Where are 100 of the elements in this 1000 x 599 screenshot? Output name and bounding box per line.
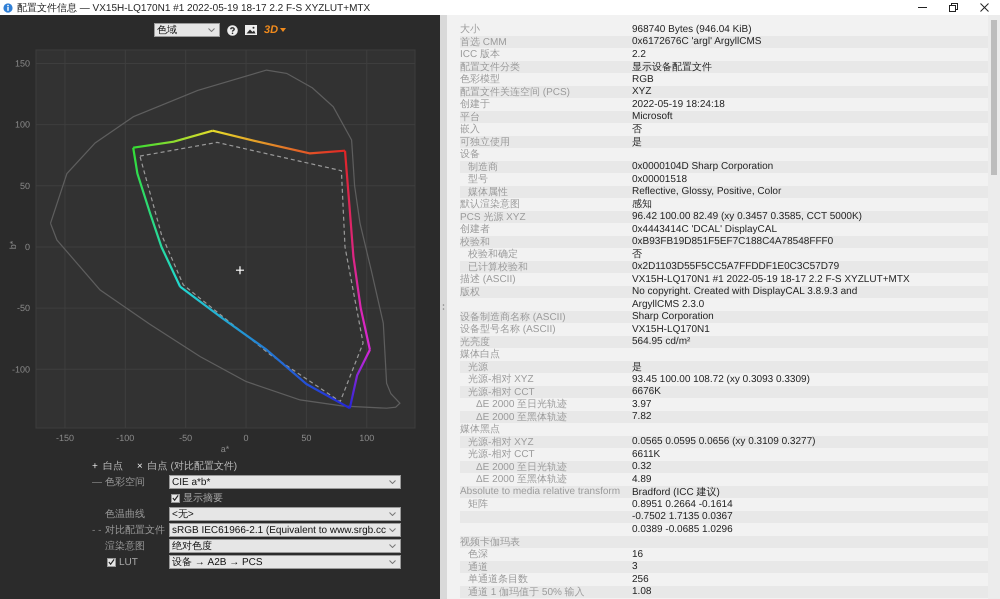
3d-view-button[interactable]: 3D (264, 24, 286, 36)
property-value: 93.45 100.00 108.72 (xy 0.3093 0.3309) (632, 374, 810, 385)
dropdown[interactable]: CIE a*b* (169, 475, 401, 489)
property-label: 配置文件关连空间 (PCS) (460, 86, 570, 98)
property-label: 可独立使用 (460, 136, 510, 148)
window-title: 配置文件信息 — VX15H-LQ170N1 #1 2022-05-19 18-17 2.2 F-S XYZLUT+MTX (17, 2, 370, 14)
caret-icon (388, 544, 396, 548)
property-value: 0x2D1103D55F5CC5A7FFDDF1E0C3C57D79 (632, 261, 840, 272)
axis-tick-label: 0 (244, 433, 249, 443)
property-value: 0.0565 0.0595 0.0656 (xy 0.3109 0.3277) (632, 436, 816, 448)
field-label: 色彩空间 (105, 476, 146, 489)
dropdown[interactable]: sRGB IEC61966-2.1 (Equivalent to www.srgb.cc (169, 523, 401, 537)
property-value: VX15H-LQ170N1 #1 2022-05-19 18-17 2.2 F-S XYZLUT+MTX (632, 274, 910, 285)
view-dropdown[interactable]: 色域 (154, 23, 220, 37)
axis-tick-label: -50 (16, 303, 30, 314)
property-value: 7.82 (632, 411, 652, 422)
legend-label: 白点 (102, 460, 123, 473)
property-value: ArgyllCMS 2.3.0 (632, 298, 704, 310)
dropdown[interactable]: <无> (169, 507, 401, 521)
property-label: 大小 (460, 24, 480, 36)
property-value: 16 (632, 548, 644, 560)
scrollbar-thumb[interactable] (991, 20, 997, 175)
property-label: 默认渲染意图 (460, 199, 520, 210)
property-label: 视频卡伽玛表 (460, 536, 520, 548)
scrollbar[interactable] (988, 15, 1000, 599)
property-label: ICC 版本 (460, 49, 500, 60)
property-label: 制造商 (468, 162, 498, 173)
caret-icon (388, 480, 396, 484)
property-label: 版权 (460, 286, 480, 298)
splitter-handle[interactable] (440, 15, 447, 599)
property-label: ΔE 2000 至日光轨迹 (476, 462, 568, 473)
property-label: 平台 (460, 112, 480, 123)
property-value: 6611K (632, 448, 660, 460)
property-value: 0x6172676C 'argl' ArgyllCMS (632, 36, 762, 48)
property-label: 媒体黑点 (460, 424, 500, 436)
property-label: 单通道条目数 (468, 574, 528, 586)
property-value: 2.2 (632, 48, 646, 60)
property-value: 感知 (632, 198, 652, 212)
property-value: 是 (632, 360, 642, 374)
property-value: 是 (632, 136, 642, 149)
dropdown[interactable]: 绝对色度 (169, 539, 401, 553)
image-icon[interactable] (244, 25, 257, 35)
field-label: 色温曲线 (105, 508, 146, 521)
property-value: 6676K (632, 386, 661, 398)
property-label: 光源 (468, 362, 488, 373)
field-label: 对比配置文件 (105, 524, 166, 537)
property-value: 2022-05-19 18:24:18 (632, 98, 725, 110)
property-label: 色彩模型 (460, 74, 500, 86)
property-value: 256 (632, 574, 649, 585)
property-label: 光源-相对 CCT (468, 386, 535, 398)
close-icon[interactable] (980, 3, 989, 12)
property-value: 0.0389 -0.0685 1.0296 (632, 524, 733, 535)
axis-tick-label: -150 (56, 433, 74, 443)
property-value: 显示设备配置文件 (632, 60, 712, 74)
axis-tick-label: 150 (14, 58, 30, 68)
checkbox[interactable] (107, 558, 116, 566)
axis-tick-label: -100 (12, 364, 30, 374)
dropdown[interactable]: 设备 → A2B → PCS (169, 555, 401, 569)
property-label: 光亮度 (460, 336, 490, 348)
property-label: 设备 (460, 149, 480, 160)
property-value: Bradford (ICC 建议) (632, 486, 720, 499)
property-label: ΔE 2000 至日光轨迹 (476, 399, 568, 410)
property-value: 3.97 (632, 398, 652, 410)
property-value: No copyright. Created with DisplayCAL 3.8.9.3 and (632, 286, 858, 298)
caret-icon (208, 28, 215, 32)
property-label: 创建于 (460, 99, 490, 110)
property-value: 否 (632, 248, 642, 262)
property-label: 光源-相对 XYZ (468, 374, 534, 386)
checkbox-label: 显示摘要 (183, 492, 223, 505)
property-label: 媒体属性 (468, 186, 508, 198)
property-label: 创建者 (460, 224, 490, 236)
property-value: 0xB93FB19D851F5EF7C188C4A78548FFF0 (632, 236, 834, 248)
property-value: 1.08 (632, 586, 652, 598)
legend-marker: - - (92, 524, 102, 536)
property-label: 校验和 (460, 236, 490, 248)
maximize-icon[interactable] (949, 3, 958, 12)
property-label: ΔE 2000 至黑体轨迹 (476, 474, 568, 486)
property-value: -0.7502 1.7135 0.0367 (632, 511, 733, 522)
caret-icon (388, 560, 396, 564)
legend-marker: + (92, 460, 98, 472)
property-label: 描述 (ASCII) (460, 274, 516, 286)
property-label: 色深 (468, 549, 488, 560)
property-label: 通道 (468, 562, 488, 573)
property-value: Sharp Corporation (632, 311, 714, 322)
property-value: 0.32 (632, 461, 652, 472)
field-label: 渲染意图 (105, 540, 146, 553)
property-label: 配置文件分类 (460, 62, 520, 73)
axis-tick-label: -50 (179, 433, 192, 443)
axis-tick-label: -100 (116, 433, 134, 443)
property-value: 4.89 (632, 474, 652, 485)
property-label: 矩阵 (468, 499, 488, 510)
property-label: 型号 (468, 174, 488, 186)
help-icon[interactable] (226, 24, 238, 36)
property-label: 已计算校验和 (468, 262, 528, 273)
property-value: 3 (632, 561, 638, 572)
property-value: RGB (632, 74, 654, 85)
checkbox[interactable] (171, 494, 180, 502)
x-axis-label: a* (220, 444, 230, 454)
property-label: 光源-相对 XYZ (468, 436, 534, 448)
property-label: 光源-相对 CCT (468, 449, 535, 460)
